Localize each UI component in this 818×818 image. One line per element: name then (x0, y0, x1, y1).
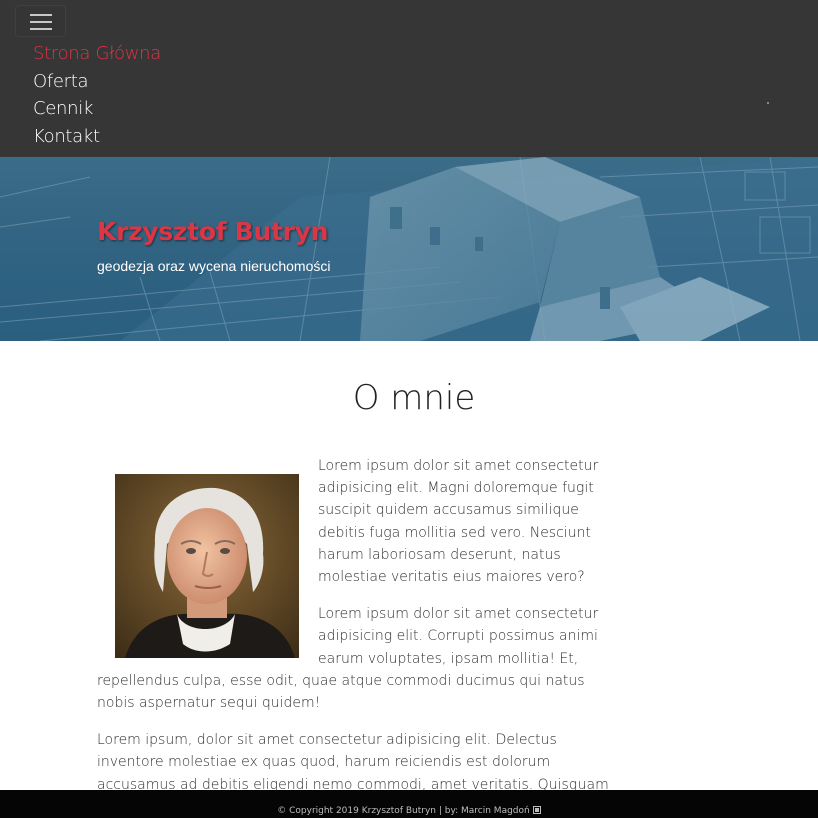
external-link-icon[interactable] (532, 806, 541, 814)
nav-item-oferta[interactable]: Oferta (33, 69, 161, 97)
nav-item-strona-glowna[interactable]: Strona Główna (33, 41, 161, 69)
navbar: Strona Główna Oferta Cennik Kontakt (0, 0, 818, 157)
footer-copyright: © Copyright 2019 Krzysztof Butryn | by: … (277, 806, 530, 816)
hamburger-menu-icon[interactable] (15, 5, 66, 37)
nav-dot (767, 102, 769, 104)
hero-title: Krzysztof Butryn (97, 217, 329, 246)
section-heading-about: O mnie (352, 378, 476, 418)
nav-menu: Strona Główna Oferta Cennik Kontakt (33, 41, 161, 152)
hero-subtitle: geodezja oraz wycena nieruchomości (97, 258, 331, 274)
portrait-image (115, 474, 299, 658)
about-content: Lorem ipsum dolor sit amet consectetur a… (97, 455, 625, 818)
footer: © Copyright 2019 Krzysztof Butryn | by: … (0, 790, 818, 818)
nav-item-kontakt[interactable]: Kontakt (33, 124, 161, 152)
hero-banner: Krzysztof Butryn geodezja oraz wycena ni… (0, 157, 818, 341)
nav-item-cennik[interactable]: Cennik (33, 96, 161, 124)
hero-blueprint-image (0, 157, 818, 341)
